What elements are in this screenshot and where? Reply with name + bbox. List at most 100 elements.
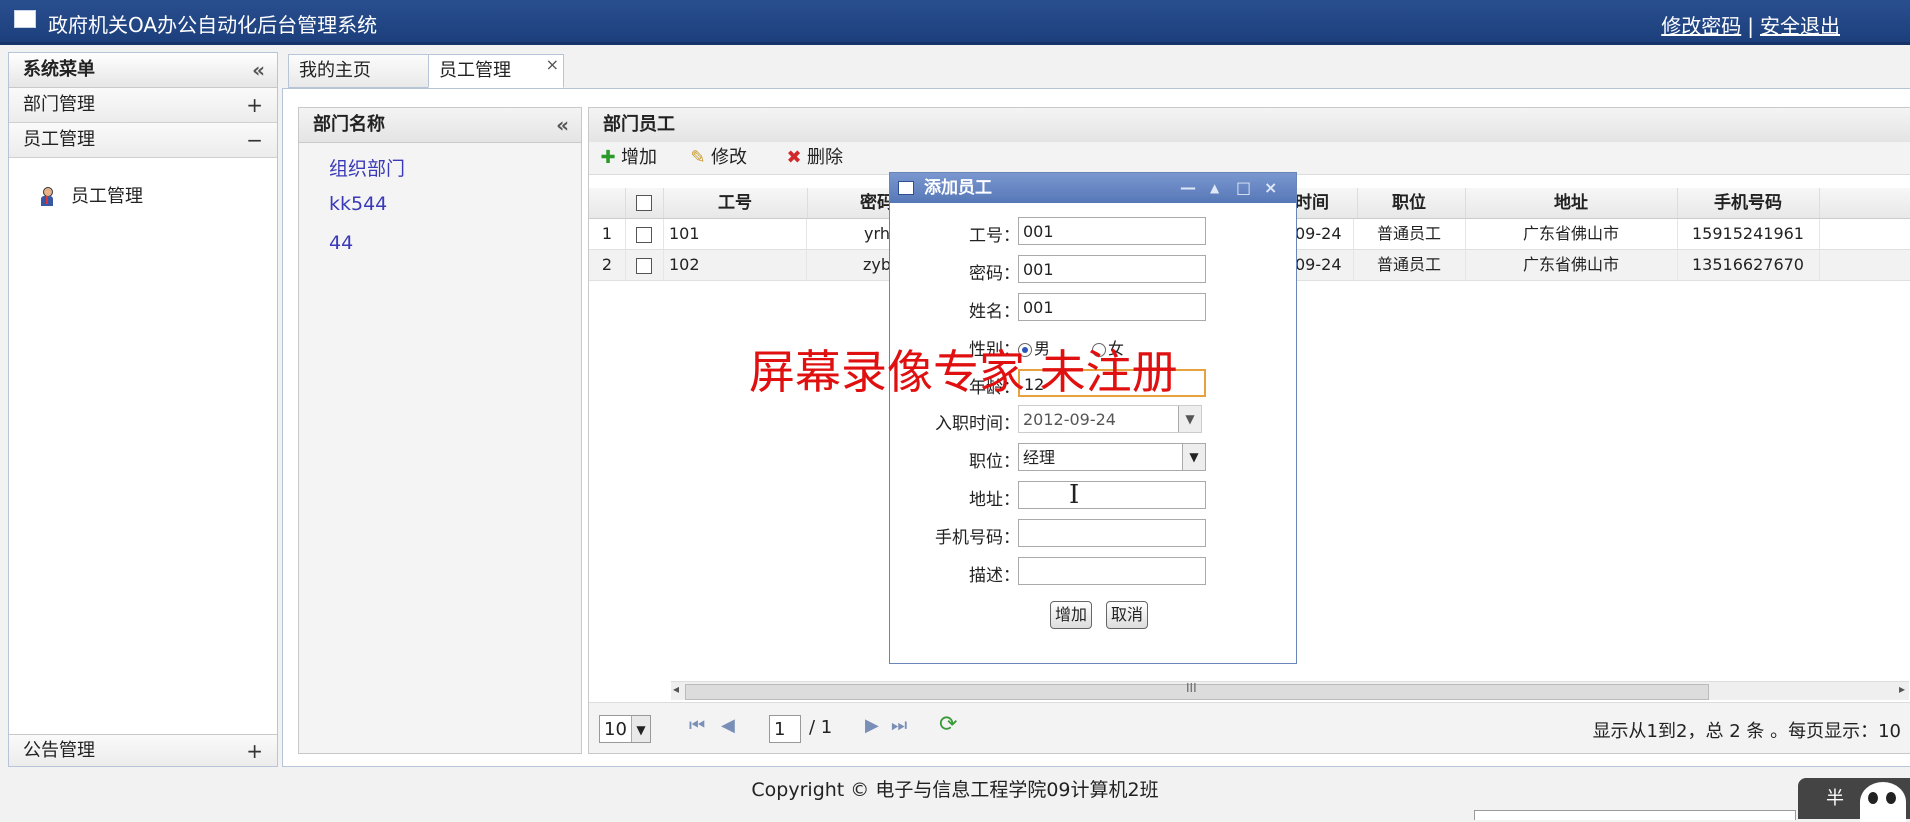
tab-label: 我的主页 <box>299 60 371 81</box>
dialog-cancel-button[interactable]: 取消 <box>1106 601 1149 629</box>
department-panel: 部门名称 « 组织部门 kk544 44 <box>298 107 582 754</box>
change-password-link[interactable]: 修改密码 <box>1661 14 1741 38</box>
row-checkbox[interactable] <box>625 219 664 249</box>
chevron-down-icon[interactable]: ▼ <box>1182 444 1205 470</box>
column-header[interactable]: 地址 <box>1465 188 1678 218</box>
form-row-address: 地址： <box>890 481 1296 511</box>
tab-label: 员工管理 <box>439 60 511 81</box>
column-header[interactable]: 时间 <box>1295 188 1358 218</box>
add-button[interactable]: ✚ 增加 <box>599 142 657 174</box>
column-header[interactable]: 工号 <box>663 188 808 218</box>
grid-toolbar: ✚ 增加 ✎ 修改 ✖ 删除 <box>589 142 1910 175</box>
dialog-add-button[interactable]: 增加 <box>1050 601 1093 629</box>
row-number-header <box>589 188 626 218</box>
name-input[interactable]: 001 <box>1018 293 1206 321</box>
column-header[interactable]: 职位 <box>1353 188 1466 218</box>
employee-id-input[interactable]: 001 <box>1018 217 1206 245</box>
department-link[interactable]: kk544 <box>329 193 387 215</box>
last-page-icon[interactable]: ⏭ <box>891 715 907 736</box>
total-pages: / 1 <box>809 717 833 738</box>
select-all-checkbox[interactable] <box>625 188 664 218</box>
row-number: 2 <box>589 250 626 280</box>
sidebar-item-label: 员工管理 <box>23 129 95 150</box>
form-row-name: 姓名： 001 <box>890 293 1296 323</box>
row-checkbox[interactable] <box>625 250 664 280</box>
form-row-id: 工号： 001 <box>890 217 1296 247</box>
field-label: 手机号码： <box>935 528 1020 548</box>
department-link[interactable]: 44 <box>329 232 353 254</box>
sidebar-item-notice[interactable]: 公告管理 + <box>9 734 277 766</box>
expand-icon[interactable]: + <box>246 88 263 122</box>
link-separator: | <box>1747 14 1754 38</box>
column-header[interactable]: 手机号码 <box>1677 188 1820 218</box>
tree-item-employee-management[interactable]: 员工管理 <box>39 183 143 211</box>
form-row-position: 职位： 经理 ▼ <box>890 443 1296 473</box>
department-panel-header: 部门名称 « <box>299 108 581 143</box>
close-icon[interactable]: × <box>1264 173 1277 203</box>
pagination-info: 显示从1到2，总 2 条 。每页显示：10 <box>1592 721 1901 742</box>
window-icon <box>14 10 36 28</box>
phone-input[interactable] <box>1018 519 1206 547</box>
field-label: 姓名： <box>969 302 1020 322</box>
collapse-icon[interactable]: − <box>246 123 263 157</box>
tab-employee-management[interactable]: 员工管理 × <box>428 54 564 88</box>
pagination-bar: 10 ▼ ⏮ ◀ 1 / 1 ▶ ⏭ ⟳ 显示从1到2，总 2 条 。每页显示：1… <box>589 702 1910 753</box>
chevron-down-icon: ▼ <box>631 716 650 742</box>
maximize-icon[interactable]: □ <box>1236 173 1251 203</box>
field-label: 密码： <box>969 264 1020 284</box>
page-size-select[interactable]: 10 ▼ <box>599 715 651 743</box>
prev-page-icon[interactable]: ◀ <box>721 715 735 736</box>
expand-icon[interactable]: + <box>246 735 263 767</box>
field-label: 入职时间： <box>935 414 1020 434</box>
refresh-icon[interactable]: ⟳ <box>939 712 957 737</box>
dialog-icon <box>898 181 914 195</box>
cell-address: 广东省佛山市 <box>1465 219 1678 249</box>
scroll-left-icon[interactable]: ◂ <box>673 682 679 696</box>
position-select[interactable]: 经理 ▼ <box>1018 443 1206 471</box>
corner-badge[interactable]: 半 <box>1798 778 1910 822</box>
employee-panel-header: 部门员工 <box>589 108 1910 143</box>
sidebar-item-dept[interactable]: 部门管理 + <box>9 88 277 123</box>
horizontal-scrollbar[interactable]: ◂ III ▸ <box>671 681 1909 700</box>
description-input[interactable] <box>1018 557 1206 585</box>
dialog-title: 添加员工 <box>924 178 992 198</box>
department-link[interactable]: 组织部门 <box>329 154 405 181</box>
edit-button[interactable]: ✎ 修改 <box>689 142 747 174</box>
tree-item-label: 员工管理 <box>71 186 143 207</box>
chevron-down-icon[interactable]: ▼ <box>1178 406 1201 432</box>
sidebar-item-employee[interactable]: 员工管理 − <box>9 123 277 158</box>
page-number-input[interactable]: 1 <box>769 715 801 743</box>
collapse-icon[interactable]: ▲ <box>1210 173 1219 203</box>
tab-home[interactable]: 我的主页 <box>288 54 440 88</box>
form-row-password: 密码： 001 <box>890 255 1296 285</box>
cell-position: 普通员工 <box>1353 250 1466 280</box>
close-icon[interactable]: × <box>546 49 559 81</box>
header-links: 修改密码 | 安全退出 <box>1661 10 1840 39</box>
cell-date: 09-24 <box>1295 219 1354 249</box>
hire-date-combo[interactable]: 2012-09-24 ▼ <box>1018 405 1202 433</box>
delete-button[interactable]: ✖ 删除 <box>785 142 843 174</box>
field-label: 工号： <box>969 226 1020 246</box>
panda-icon <box>1860 782 1906 822</box>
button-label: 删除 <box>807 147 843 168</box>
page-size-value: 10 <box>604 719 627 740</box>
panel-title: 部门员工 <box>603 114 675 135</box>
sidebar-collapse-icon[interactable]: « <box>252 53 265 87</box>
logout-link[interactable]: 安全退出 <box>1760 14 1840 38</box>
address-input[interactable] <box>1018 481 1206 509</box>
scroll-right-icon[interactable]: ▸ <box>1899 682 1905 696</box>
pencil-icon: ✎ <box>690 147 706 168</box>
row-number: 1 <box>589 219 626 249</box>
dialog-titlebar[interactable]: 添加员工 — ▲ □ × <box>890 173 1296 203</box>
text-cursor-icon: I <box>1069 480 1080 510</box>
corner-badge-label: 半 <box>1826 788 1844 809</box>
minimize-icon[interactable]: — <box>1180 173 1196 203</box>
cell-id: 102 <box>663 250 807 280</box>
next-page-icon[interactable]: ▶ <box>865 715 879 736</box>
cell-position: 普通员工 <box>1353 219 1466 249</box>
scrollbar-thumb[interactable]: III <box>685 681 1709 700</box>
plus-icon: ✚ <box>600 147 616 168</box>
password-input[interactable]: 001 <box>1018 255 1206 283</box>
first-page-icon[interactable]: ⏮ <box>689 715 705 736</box>
panel-collapse-icon[interactable]: « <box>556 108 569 142</box>
